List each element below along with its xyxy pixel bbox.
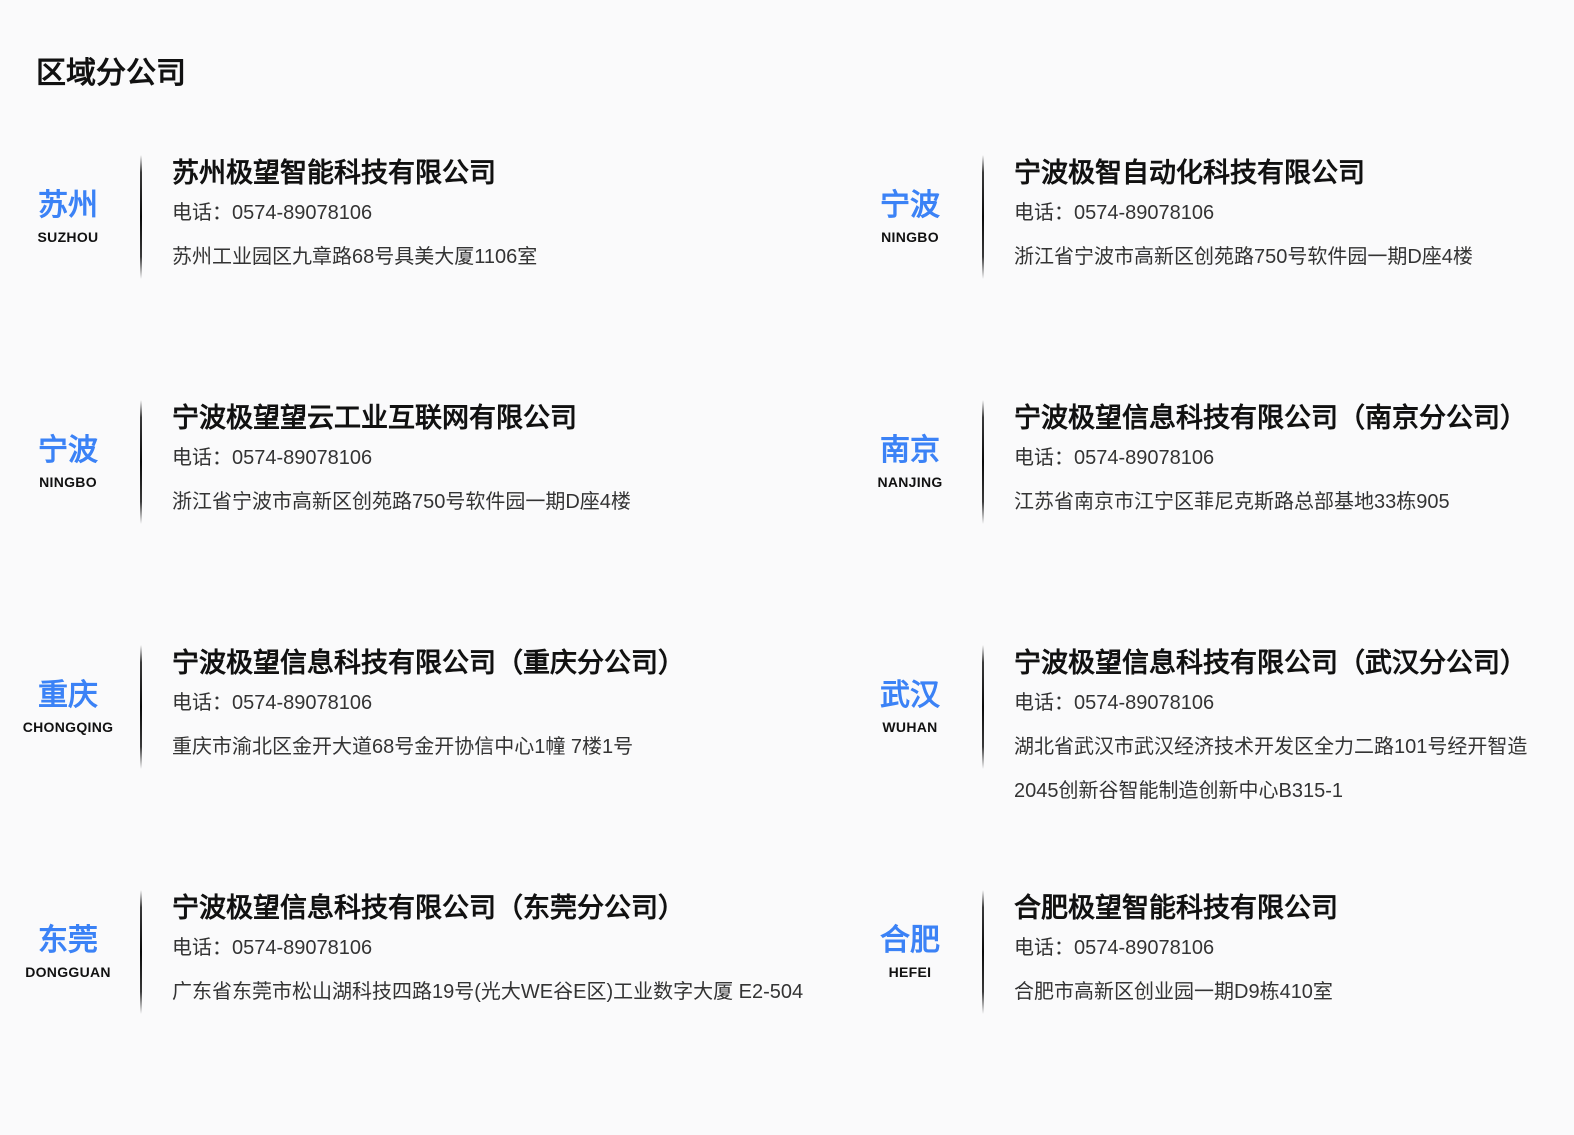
office-city-name: 宁波 [880, 189, 940, 223]
phone-number: 0574-89078106 [232, 937, 372, 959]
office-phone-row: 电话：0574-89078106 [1014, 926, 1550, 970]
office-city-block: 合肥 HEFEI [858, 890, 962, 1014]
phone-number: 0574-89078106 [1074, 937, 1214, 959]
office-address: 浙江省宁波市高新区创苑路750号软件园一期D座4楼 [172, 480, 826, 524]
vertical-divider [140, 645, 142, 769]
office-address: 合肥市高新区创业园一期D9栋410室 [1014, 970, 1550, 1014]
office-city-block: 苏州 SUZHOU [16, 155, 120, 279]
office-phone-row: 电话：0574-89078106 [172, 926, 826, 970]
office-details: 宁波极望信息科技有限公司（南京分公司） 电话：0574-89078106 江苏省… [1014, 400, 1550, 524]
phone-label: 电话： [172, 692, 232, 714]
office-details: 宁波极望信息科技有限公司（重庆分公司） 电话：0574-89078106 重庆市… [172, 645, 826, 769]
phone-label: 电话： [172, 202, 232, 224]
office-city-name-en: HEFEI [889, 964, 932, 981]
phone-label: 电话： [1014, 202, 1074, 224]
office-company-name: 合肥极望智能科技有限公司 [1014, 890, 1550, 926]
office-city-name-en: DONGGUAN [25, 964, 111, 981]
office-phone-row: 电话：0574-89078106 [172, 191, 826, 235]
offices-grid: 苏州 SUZHOU 苏州极望智能科技有限公司 电话：0574-89078106 … [0, 94, 1574, 1135]
office-address: 广东省东莞市松山湖科技四路19号(光大WE谷E区)工业数字大厦 E2-504 [172, 970, 826, 1014]
office-city-name-en: NANJING [877, 474, 942, 491]
office-address: 苏州工业园区九章路68号具美大厦1106室 [172, 235, 826, 279]
office-city-name-en: NINGBO [881, 229, 939, 246]
office-details: 宁波极智自动化科技有限公司 电话：0574-89078106 浙江省宁波市高新区… [1014, 155, 1550, 279]
phone-label: 电话： [172, 937, 232, 959]
office-address: 湖北省武汉市武汉经济技术开发区全力二路101号经开智造2045创新谷智能制造创新… [1014, 725, 1550, 813]
office-company-name: 宁波极望信息科技有限公司（武汉分公司） [1014, 645, 1550, 681]
vertical-divider [140, 400, 142, 524]
page-title: 区域分公司 [0, 0, 1574, 94]
office-city-block: 东莞 DONGGUAN [16, 890, 120, 1014]
office-phone-row: 电话：0574-89078106 [1014, 681, 1550, 725]
vertical-divider [140, 890, 142, 1014]
office-city-name: 合肥 [880, 924, 940, 958]
office-city-block: 宁波 NINGBO [858, 155, 962, 279]
office-city-name-en: CHONGQING [23, 719, 114, 736]
office-card: 苏州 SUZHOU 苏州极望智能科技有限公司 电话：0574-89078106 … [16, 155, 826, 279]
office-city-name: 南京 [880, 434, 940, 468]
office-card: 重庆 CHONGQING 宁波极望信息科技有限公司（重庆分公司） 电话：0574… [16, 645, 826, 769]
office-company-name: 宁波极望信息科技有限公司（东莞分公司） [172, 890, 826, 926]
office-phone-row: 电话：0574-89078106 [1014, 436, 1550, 480]
vertical-divider [982, 400, 984, 524]
office-phone-row: 电话：0574-89078106 [172, 436, 826, 480]
office-address: 江苏省南京市江宁区菲尼克斯路总部基地33栋905 [1014, 480, 1550, 524]
office-city-name-en: WUHAN [882, 719, 937, 736]
phone-label: 电话： [1014, 447, 1074, 469]
office-city-name: 重庆 [38, 679, 98, 713]
phone-number: 0574-89078106 [1074, 447, 1214, 469]
office-address: 浙江省宁波市高新区创苑路750号软件园一期D座4楼 [1014, 235, 1550, 279]
office-city-block: 宁波 NINGBO [16, 400, 120, 524]
office-city-block: 重庆 CHONGQING [16, 645, 120, 769]
office-city-block: 武汉 WUHAN [858, 645, 962, 769]
office-city-name-en: SUZHOU [38, 229, 99, 246]
office-card: 宁波 NINGBO 宁波极望望云工业互联网有限公司 电话：0574-890781… [16, 400, 826, 524]
office-city-name: 宁波 [38, 434, 98, 468]
office-address: 重庆市渝北区金开大道68号金开协信中心1幢 7楼1号 [172, 725, 826, 769]
vertical-divider [140, 155, 142, 279]
phone-number: 0574-89078106 [232, 202, 372, 224]
office-card: 合肥 HEFEI 合肥极望智能科技有限公司 电话：0574-89078106 合… [858, 890, 1550, 1014]
office-city-block: 南京 NANJING [858, 400, 962, 524]
office-company-name: 宁波极智自动化科技有限公司 [1014, 155, 1550, 191]
office-details: 苏州极望智能科技有限公司 电话：0574-89078106 苏州工业园区九章路6… [172, 155, 826, 279]
office-company-name: 宁波极望望云工业互联网有限公司 [172, 400, 826, 436]
office-company-name: 宁波极望信息科技有限公司（重庆分公司） [172, 645, 826, 681]
office-card: 武汉 WUHAN 宁波极望信息科技有限公司（武汉分公司） 电话：0574-890… [858, 645, 1550, 813]
regional-branches-section: 区域分公司 苏州 SUZHOU 苏州极望智能科技有限公司 电话：0574-890… [0, 0, 1574, 1135]
phone-number: 0574-89078106 [232, 692, 372, 714]
office-details: 宁波极望信息科技有限公司（武汉分公司） 电话：0574-89078106 湖北省… [1014, 645, 1550, 813]
office-city-name: 武汉 [880, 679, 940, 713]
vertical-divider [982, 645, 984, 769]
office-card: 东莞 DONGGUAN 宁波极望信息科技有限公司（东莞分公司） 电话：0574-… [16, 890, 826, 1014]
office-phone-row: 电话：0574-89078106 [1014, 191, 1550, 235]
phone-number: 0574-89078106 [232, 447, 372, 469]
vertical-divider [982, 890, 984, 1014]
phone-number: 0574-89078106 [1074, 692, 1214, 714]
phone-label: 电话： [172, 447, 232, 469]
phone-label: 电话： [1014, 692, 1074, 714]
office-phone-row: 电话：0574-89078106 [172, 681, 826, 725]
office-card: 宁波 NINGBO 宁波极智自动化科技有限公司 电话：0574-89078106… [858, 155, 1550, 279]
office-details: 合肥极望智能科技有限公司 电话：0574-89078106 合肥市高新区创业园一… [1014, 890, 1550, 1014]
office-details: 宁波极望望云工业互联网有限公司 电话：0574-89078106 浙江省宁波市高… [172, 400, 826, 524]
office-company-name: 苏州极望智能科技有限公司 [172, 155, 826, 191]
office-details: 宁波极望信息科技有限公司（东莞分公司） 电话：0574-89078106 广东省… [172, 890, 826, 1014]
office-city-name-en: NINGBO [39, 474, 97, 491]
vertical-divider [982, 155, 984, 279]
office-company-name: 宁波极望信息科技有限公司（南京分公司） [1014, 400, 1550, 436]
office-city-name: 东莞 [38, 924, 98, 958]
office-card: 南京 NANJING 宁波极望信息科技有限公司（南京分公司） 电话：0574-8… [858, 400, 1550, 524]
phone-label: 电话： [1014, 937, 1074, 959]
office-city-name: 苏州 [38, 189, 98, 223]
phone-number: 0574-89078106 [1074, 202, 1214, 224]
